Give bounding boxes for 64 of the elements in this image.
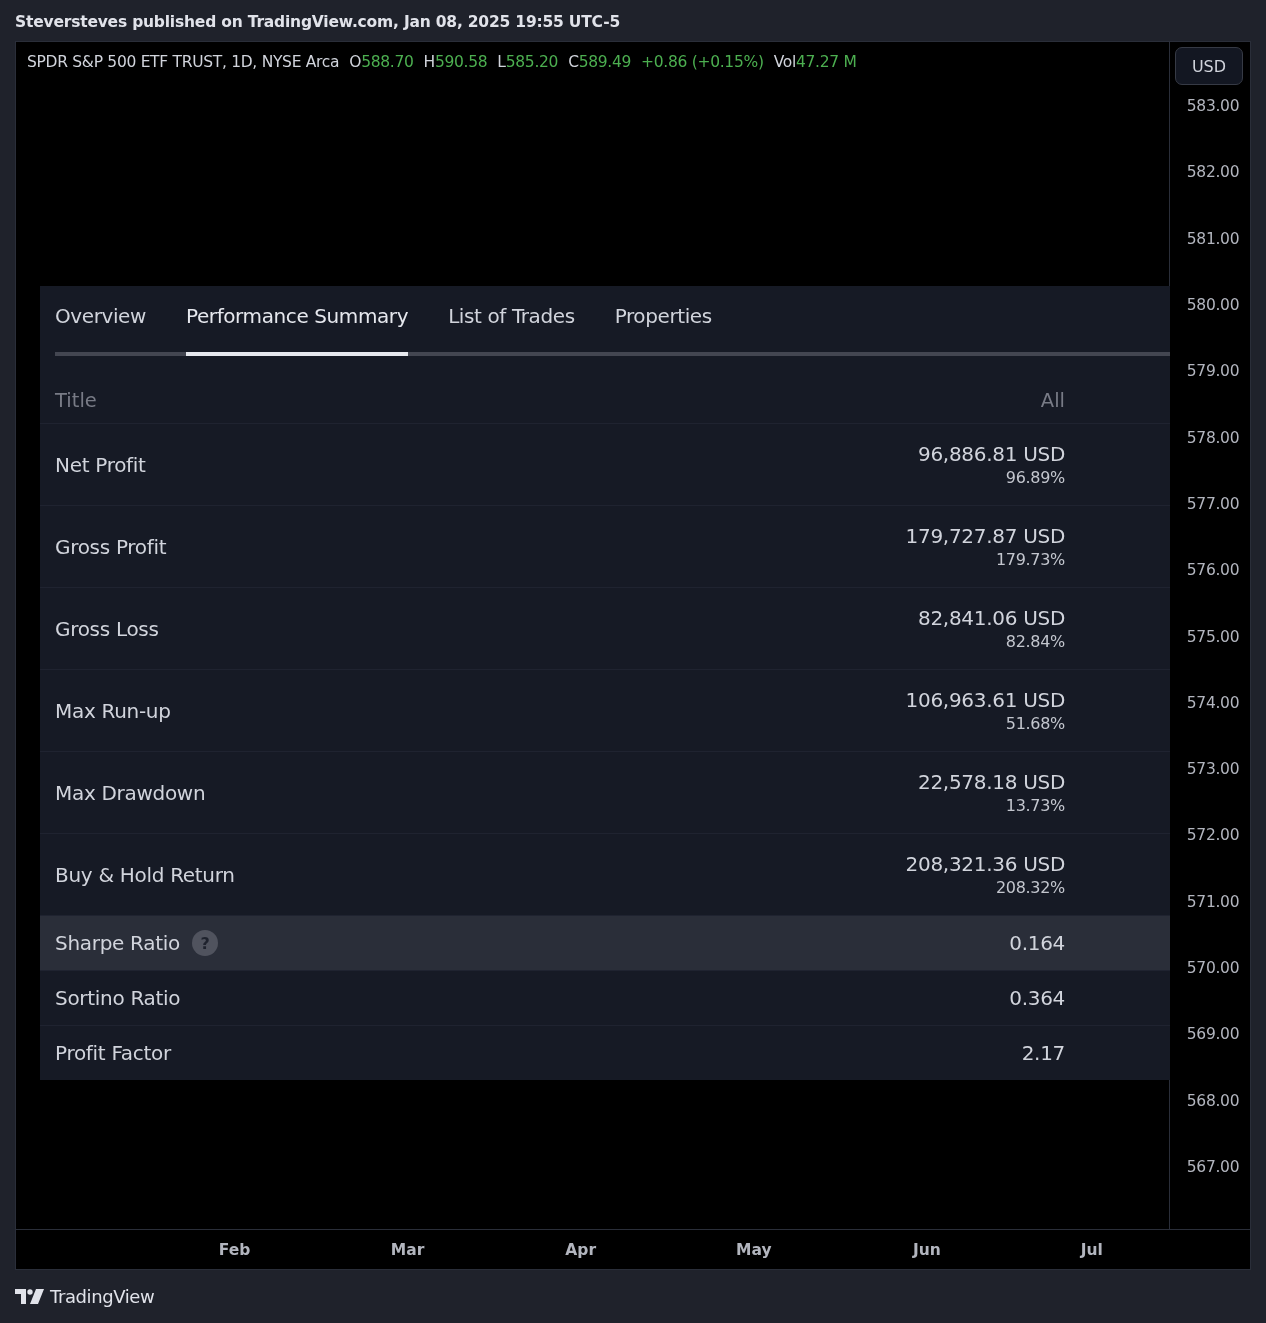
- price-label: 569.00: [1186, 1025, 1240, 1044]
- price-label: 567.00: [1186, 1157, 1240, 1176]
- price-label: 568.00: [1186, 1091, 1240, 1110]
- ohlc-field: O588.70: [349, 53, 414, 71]
- metric-value: 0.164: [1009, 931, 1065, 955]
- tab[interactable]: List of Trades: [448, 286, 575, 356]
- metric-value: 106,963.61 USD: [905, 688, 1065, 712]
- price-label: 575.00: [1186, 627, 1240, 646]
- metric-value: 208,321.36 USD: [905, 852, 1065, 876]
- month-label: Apr: [565, 1240, 597, 1259]
- metric-value: 179,727.87 USD: [905, 524, 1065, 548]
- metric-title: Max Run-up: [55, 698, 171, 723]
- metric-value: 96,886.81 USD: [918, 442, 1065, 466]
- ohlc-field: L585.20: [497, 53, 559, 71]
- month-label: Feb: [218, 1240, 251, 1259]
- metric-percent: 13.73%: [1005, 796, 1065, 815]
- price-label: 571.00: [1186, 892, 1240, 911]
- metric-title: Gross Profit: [55, 534, 167, 559]
- price-label: 573.00: [1186, 760, 1240, 779]
- currency-button[interactable]: USD: [1175, 47, 1243, 85]
- price-label: 577.00: [1186, 494, 1240, 513]
- month-label: Jul: [1080, 1240, 1103, 1259]
- logo-icon: [15, 1289, 44, 1304]
- price-label: 570.00: [1186, 959, 1240, 977]
- brand-name: TradingView: [50, 1286, 155, 1307]
- ohlc-field: Vol47.27 M: [773, 53, 857, 71]
- price-label: 582.00: [1186, 163, 1240, 182]
- price-label: 581.00: [1186, 229, 1240, 248]
- price-change: +0.86 (+0.15%): [641, 53, 764, 71]
- month-label: May: [736, 1240, 772, 1259]
- price-label: 583.00: [1186, 97, 1240, 116]
- price-label: 580.00: [1186, 296, 1240, 315]
- metric-title: Net Profit: [55, 452, 146, 477]
- column-header: Title: [55, 389, 97, 412]
- metric-title: Sortino Ratio: [55, 986, 181, 1010]
- metric-value: 0.364: [1009, 986, 1065, 1010]
- publish-info: Steversteves published on TradingView.com, Jan 08, 2025 19:55 UTC-5: [15, 13, 620, 31]
- tab[interactable]: Overview: [55, 286, 146, 356]
- ohlc-field: C589.49: [568, 53, 632, 71]
- price-label: 579.00: [1186, 362, 1240, 381]
- price-label: 576.00: [1186, 561, 1240, 580]
- metric-title: Profit Factor: [55, 1041, 171, 1065]
- month-label: Mar: [390, 1240, 425, 1259]
- tab[interactable]: Properties: [614, 286, 712, 356]
- price-label: 578.00: [1186, 428, 1240, 447]
- metric-title: Max Drawdown: [55, 780, 206, 805]
- metric-percent: 82.84%: [1005, 632, 1065, 651]
- symbol-title: SPDR S&P 500 ETF TRUST, 1D, NYSE Arca: [27, 53, 340, 71]
- metric-title: Buy & Hold Return: [55, 862, 235, 887]
- price-label: 574.00: [1186, 693, 1240, 712]
- metric-percent: 51.68%: [1005, 714, 1065, 733]
- tab[interactable]: Performance Summary: [185, 286, 409, 356]
- metric-title: Gross Loss: [55, 616, 159, 641]
- metric-percent: 208.32%: [995, 878, 1065, 897]
- metric-percent: 179.73%: [995, 550, 1065, 569]
- metric-value: 82,841.06 USD: [918, 606, 1065, 630]
- metric-value: 2.17: [1021, 1041, 1065, 1065]
- month-label: Jun: [912, 1240, 941, 1259]
- price-label: 572.00: [1186, 826, 1240, 845]
- ohlc-field: H590.58: [423, 53, 488, 71]
- metric-value: 22,578.18 USD: [918, 770, 1065, 794]
- column-header: All: [1040, 389, 1065, 412]
- metric-title: Sharpe Ratio: [55, 931, 180, 955]
- metric-percent: 96.89%: [1005, 468, 1065, 487]
